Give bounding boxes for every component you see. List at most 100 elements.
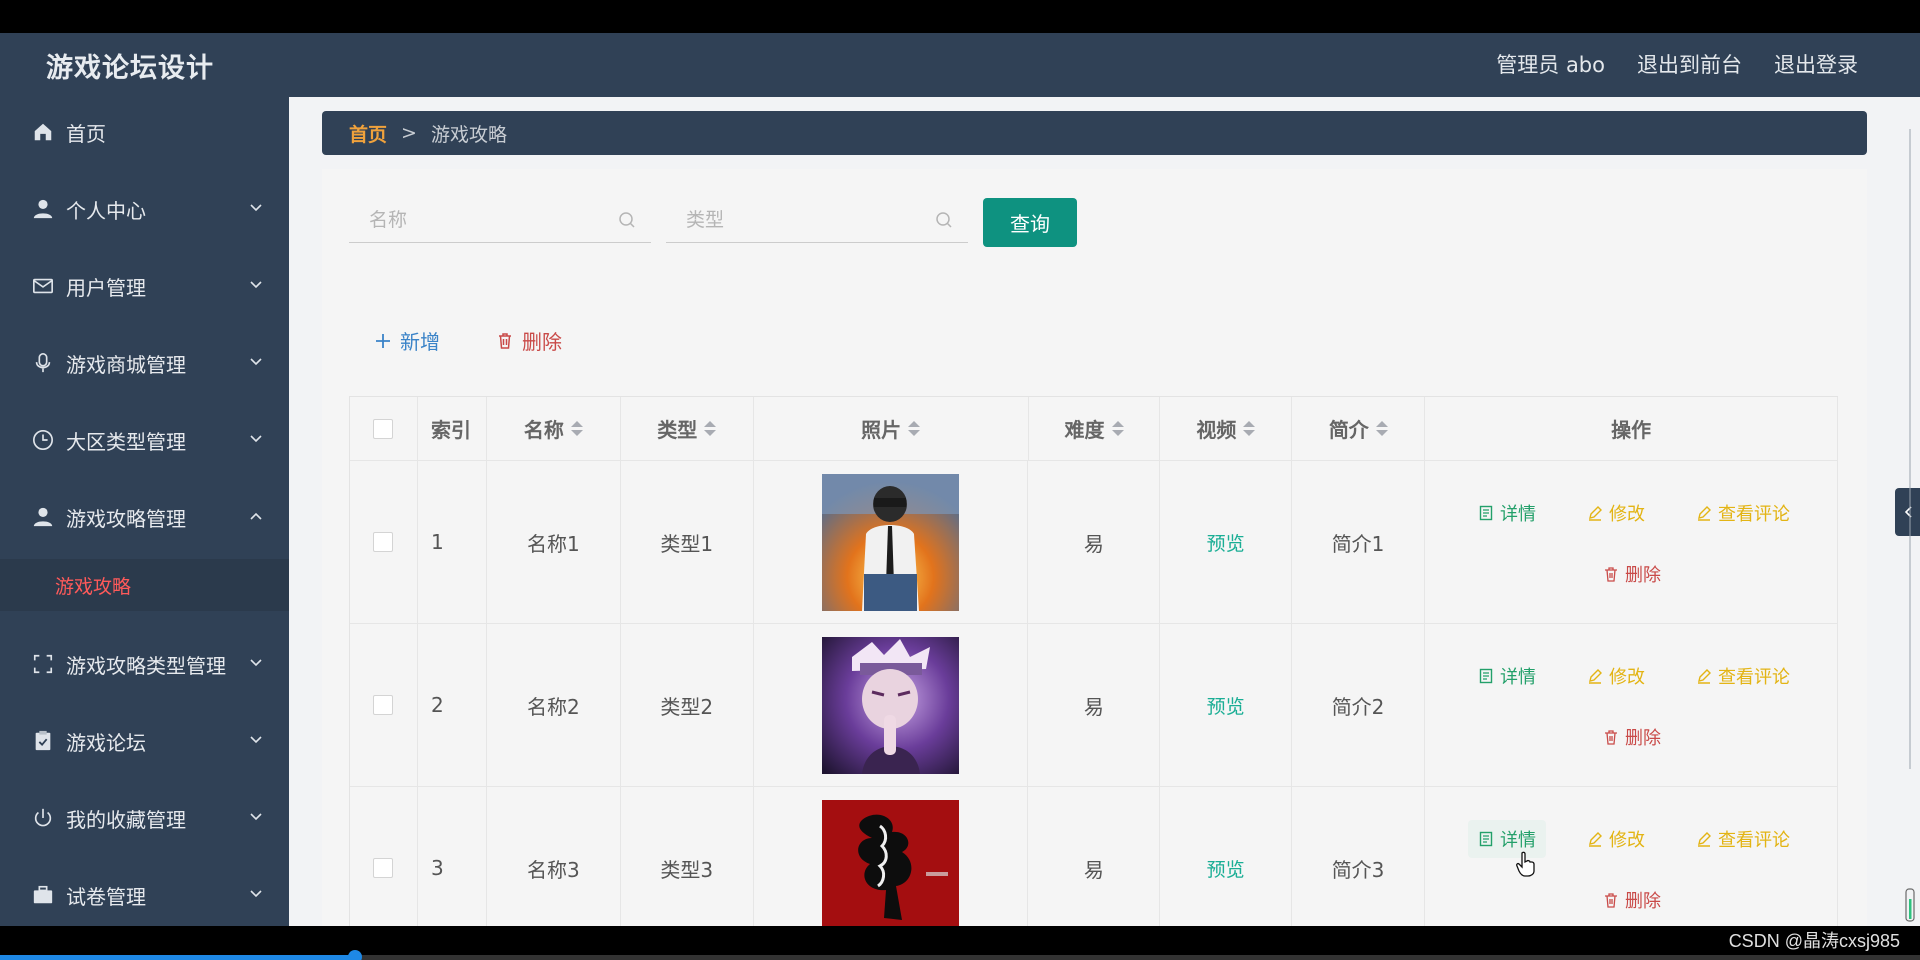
edit-label: 修改 (1609, 666, 1645, 688)
breadcrumb-home[interactable]: 首页 (349, 120, 387, 147)
scrollbar-track-graphic (1905, 129, 1915, 922)
intro-cell: 简介3 (1292, 787, 1425, 926)
video-progress-handle[interactable] (348, 950, 363, 960)
table-row: 2 名称2 类型2 易 预览 简介2 详情 修改 查看评论 删除 (350, 624, 1838, 787)
index-cell: 2 (418, 624, 487, 786)
sidebar-item-personal-center[interactable]: 个人中心 (0, 179, 289, 239)
header-links: 管理员 abo 退出到前台 退出登录 (1496, 49, 1858, 79)
sidebar-item-label: 大区类型管理 (66, 429, 186, 454)
pencil-icon (1589, 505, 1602, 521)
sort-icon[interactable] (1111, 420, 1124, 437)
vertical-scrollbar[interactable] (1903, 129, 1917, 926)
name-cell: 名称3 (487, 787, 621, 926)
chevron-down-icon (250, 890, 262, 898)
sidebar-item-favorites[interactable]: 我的收藏管理 (0, 788, 289, 848)
column-header-label: 视频 (1196, 418, 1237, 442)
row-checkbox[interactable] (373, 695, 394, 715)
video-cell: 预览 (1160, 787, 1293, 926)
sort-icon[interactable] (570, 420, 583, 437)
microphone-icon (32, 352, 54, 374)
actions-cell: 详情 修改 查看评论 删除 (1425, 624, 1838, 786)
view-comments-button[interactable]: 查看评论 (1696, 663, 1790, 689)
exit-to-front-link[interactable]: 退出到前台 (1637, 49, 1742, 79)
row-checkbox[interactable] (373, 532, 394, 552)
row-checkbox-cell (350, 461, 418, 623)
sort-icon[interactable] (908, 420, 921, 437)
user-icon (32, 506, 54, 528)
video-preview-link[interactable]: 预览 (1207, 855, 1245, 882)
soldier-photo[interactable] (822, 473, 959, 611)
view-comments-button[interactable]: 查看评论 (1696, 500, 1790, 526)
edit-button[interactable]: 修改 (1587, 826, 1645, 852)
column-header-label: 照片 (861, 418, 902, 442)
row-delete-label: 删除 (1625, 727, 1661, 749)
strategy-table: 索引 名称 类型 照片 难度 视频 简介 操作 1 名称1 类型1 易 预览 简… (349, 396, 1838, 926)
detail-button[interactable]: 详情 (1478, 500, 1536, 526)
add-button-label: 新增 (400, 330, 440, 354)
difficulty-cell: 易 (1028, 461, 1161, 623)
edit-button[interactable]: 修改 (1587, 500, 1645, 526)
chevron-up-icon (250, 512, 262, 520)
row-delete-label: 删除 (1625, 890, 1661, 912)
row-delete-button[interactable]: 删除 (1603, 724, 1661, 750)
add-button[interactable]: 新增 (374, 326, 440, 355)
column-header-name[interactable]: 名称 (487, 397, 621, 460)
detail-button[interactable]: 详情 (1478, 663, 1536, 689)
column-header-intro[interactable]: 简介 (1292, 397, 1426, 460)
sidebar-item-label: 游戏攻略类型管理 (66, 653, 226, 678)
sidebar-item-label: 我的收藏管理 (66, 807, 186, 832)
detail-label: 详情 (1500, 666, 1536, 688)
fullscreen-icon (32, 653, 54, 675)
sidebar-item-label: 游戏商城管理 (66, 352, 186, 377)
sidebar-item-home[interactable]: 首页 (0, 102, 289, 162)
pencil-icon (1698, 505, 1711, 521)
type-search-input[interactable] (686, 208, 926, 231)
sort-icon[interactable] (1243, 420, 1256, 437)
detail-label: 详情 (1500, 503, 1536, 525)
select-all-checkbox[interactable] (373, 418, 394, 439)
row-delete-button[interactable]: 删除 (1603, 887, 1661, 913)
row-checkbox-cell (350, 624, 418, 786)
row-delete-button[interactable]: 删除 (1603, 561, 1661, 587)
column-header-type[interactable]: 类型 (621, 397, 754, 460)
query-button[interactable]: 查询 (983, 198, 1077, 247)
sidebar-item-label: 试卷管理 (66, 884, 146, 909)
sidebar-item-user-management[interactable]: 用户管理 (0, 256, 289, 316)
batch-delete-button[interactable]: 删除 (496, 326, 562, 355)
user-icon (32, 198, 54, 220)
column-header-label: 简介 (1328, 418, 1369, 442)
sidebar-item-exam[interactable]: 试卷管理 (0, 865, 289, 925)
index-cell: 1 (418, 461, 487, 623)
video-preview-link[interactable]: 预览 (1207, 692, 1245, 719)
sidebar-item-label: 游戏攻略管理 (66, 506, 186, 531)
sidebar-item-strategy-type[interactable]: 游戏攻略类型管理 (0, 634, 289, 694)
sidebar-item-game-shop[interactable]: 游戏商城管理 (0, 333, 289, 393)
sidebar-item-game-forum[interactable]: 游戏论坛 (0, 711, 289, 771)
trash-icon (1605, 892, 1617, 908)
intro-cell: 简介2 (1292, 624, 1425, 786)
sidebar-item-region-type[interactable]: 大区类型管理 (0, 410, 289, 470)
column-header-video[interactable]: 视频 (1160, 397, 1293, 460)
column-header-photo[interactable]: 照片 (754, 397, 1029, 460)
sort-icon[interactable] (704, 420, 717, 437)
edit-button[interactable]: 修改 (1587, 663, 1645, 689)
sidebar-subitem-strategy[interactable]: 游戏攻略 (0, 559, 289, 611)
anime-character-photo[interactable] (822, 636, 959, 774)
chevron-down-icon (250, 204, 262, 212)
sidebar-item-strategy-management[interactable]: 游戏攻略管理 (0, 487, 289, 547)
column-header-difficulty[interactable]: 难度 (1029, 397, 1161, 460)
watermark-text: CSDN @晶涛cxsj985 (1728, 931, 1900, 951)
header-checkbox-cell (350, 397, 418, 460)
view-comments-button[interactable]: 查看评论 (1696, 826, 1790, 852)
name-search-input[interactable] (369, 208, 609, 231)
document-icon (1479, 505, 1493, 520)
sort-icon[interactable] (1375, 420, 1388, 437)
video-preview-link[interactable]: 预览 (1207, 529, 1245, 556)
admin-label[interactable]: 管理员 abo (1496, 49, 1605, 79)
red-silhouette-photo[interactable] (822, 799, 959, 927)
logout-link[interactable]: 退出登录 (1774, 49, 1858, 79)
chevron-down-icon (250, 435, 262, 443)
row-checkbox[interactable] (373, 858, 394, 878)
clock-icon (32, 429, 54, 451)
document-icon (1479, 831, 1493, 846)
